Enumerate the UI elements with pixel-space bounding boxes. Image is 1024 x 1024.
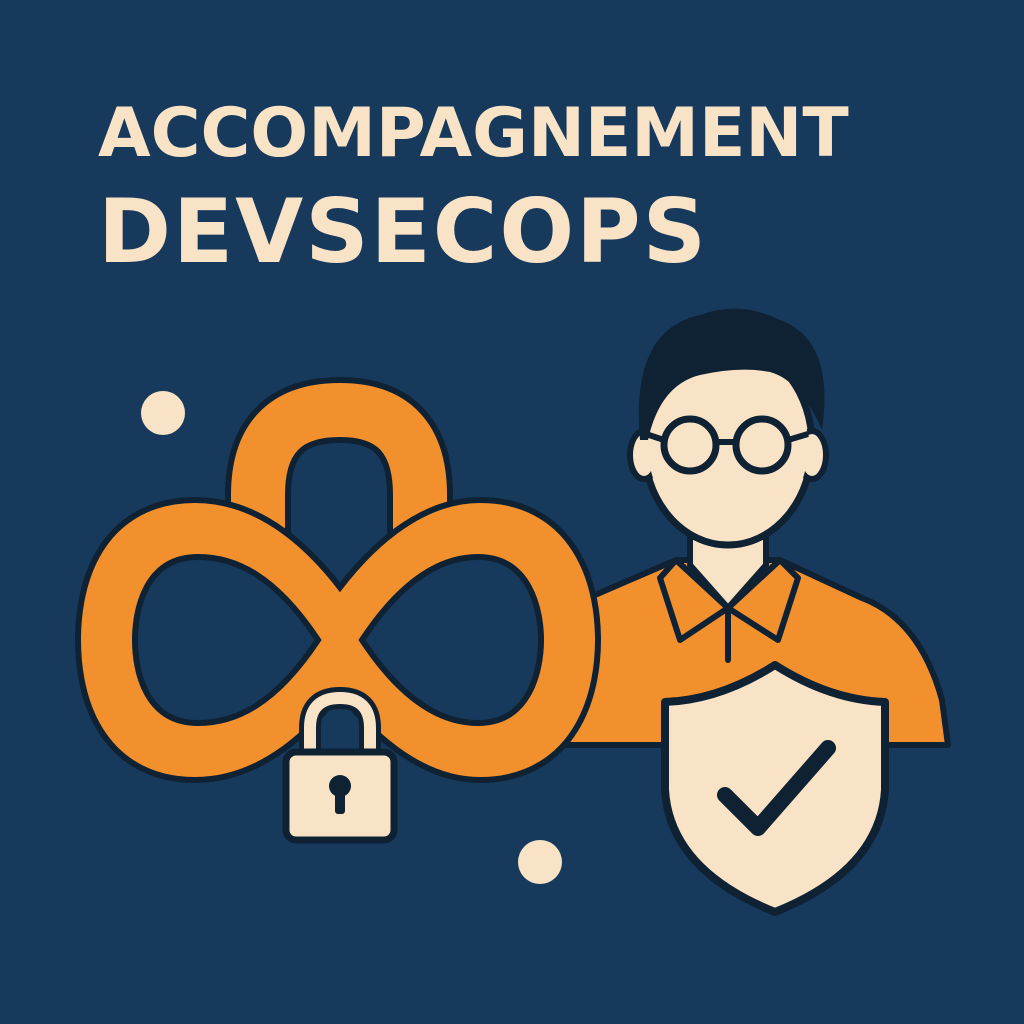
headline: ACCOMPAGNEMENT DEVSECOPS [98,100,849,276]
decor-dot-bottom [518,840,562,884]
person-head [627,308,829,549]
shield-check-icon [661,661,889,916]
poster: ACCOMPAGNEMENT DEVSECOPS DEV OPS [0,0,1024,1024]
padlock-icon [282,686,398,844]
headline-line-1: ACCOMPAGNEMENT [98,94,849,173]
loop-label-dev: DEV [159,614,262,667]
loop-label-ops: OPS [416,614,520,667]
headline-line-2: DEVSECOPS [98,180,709,283]
decor-dot-top [141,391,185,435]
